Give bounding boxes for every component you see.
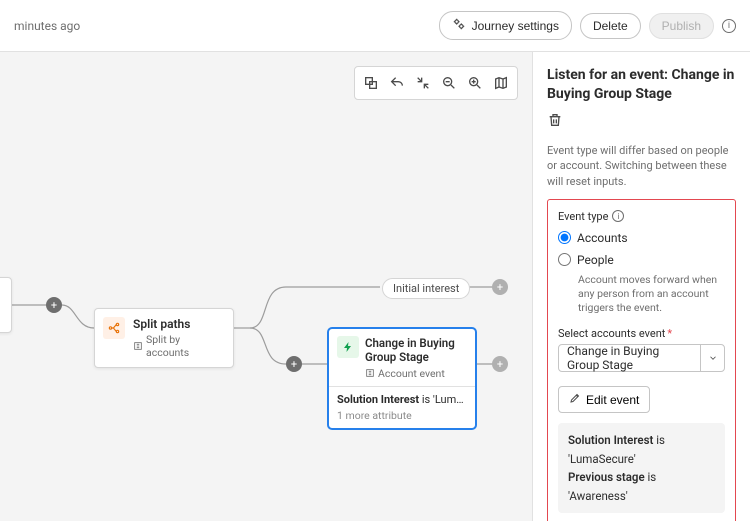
event-type-people-radio[interactable]: People (558, 253, 725, 267)
zoom-in-icon[interactable] (463, 71, 487, 95)
properties-panel: Listen for an event: Change in Buying Gr… (532, 52, 750, 521)
select-accounts-event[interactable]: Change in Buying Group Stage (558, 344, 725, 372)
delete-node-button[interactable] (547, 112, 563, 131)
select-event-label: Select accounts event (558, 327, 665, 340)
select-value: Change in Buying Group Stage (559, 344, 700, 372)
event-node[interactable]: Change in Buying Group Stage Account eve… (328, 328, 476, 429)
account-icon (365, 368, 375, 378)
gears-icon (452, 17, 466, 34)
collapse-icon[interactable] (411, 71, 435, 95)
map-icon[interactable] (489, 71, 513, 95)
add-node-plus[interactable]: + (492, 279, 508, 295)
chevron-down-icon (700, 345, 724, 371)
event-type-accounts-radio[interactable]: Accounts (558, 231, 725, 245)
info-icon[interactable]: i (722, 19, 736, 33)
panel-meta: Event type will differ based on people o… (547, 143, 736, 189)
split-node-sub: Split by accounts (146, 333, 225, 359)
path-label-initial-interest[interactable]: Initial interest (382, 278, 470, 299)
event-condition: Solution Interest is 'LumaSec... (337, 393, 467, 406)
duplicate-icon[interactable] (359, 71, 383, 95)
split-paths-node[interactable]: Split paths Split by accounts (94, 308, 234, 368)
pencil-icon (569, 392, 581, 407)
publish-button: Publish (649, 13, 714, 39)
accounts-radio-label: Accounts (577, 231, 628, 245)
zoom-out-icon[interactable] (437, 71, 461, 95)
accounts-radio-input[interactable] (558, 231, 571, 244)
event-type-label: Event type (558, 210, 608, 223)
edit-event-label: Edit event (586, 393, 639, 407)
event-type-section: Event type i Accounts People Account mov… (547, 199, 736, 521)
undo-icon[interactable] (385, 71, 409, 95)
lightning-icon (337, 336, 359, 358)
accounts-icon (133, 341, 143, 351)
event-node-sub: Account event (378, 367, 445, 380)
info-icon[interactable]: i (612, 210, 624, 222)
accounts-desc: Account moves forward when any person fr… (578, 273, 725, 316)
delete-button[interactable]: Delete (580, 13, 641, 39)
add-node-plus[interactable]: + (286, 356, 302, 372)
top-bar: minutes ago Journey settings Delete Publ… (0, 0, 750, 52)
add-node-plus[interactable]: + (492, 356, 508, 372)
edit-event-button[interactable]: Edit event (558, 386, 650, 413)
journey-canvas[interactable]: + Split paths Split by accounts Initial … (0, 52, 532, 521)
canvas-toolbar (354, 66, 518, 100)
journey-settings-label: Journey settings (472, 19, 559, 33)
event-conditions-summary: Solution Interest is 'LumaSecure' Previo… (558, 423, 725, 513)
people-radio-input[interactable] (558, 253, 571, 266)
event-node-title: Change in Buying Group Stage (365, 336, 467, 365)
split-icon (103, 317, 125, 339)
node-stub[interactable] (0, 277, 12, 333)
last-saved-age: minutes ago (14, 19, 80, 33)
journey-settings-button[interactable]: Journey settings (439, 11, 572, 40)
panel-title: Listen for an event: Change in Buying Gr… (547, 66, 736, 104)
split-node-title: Split paths (133, 317, 225, 331)
add-node-plus[interactable]: + (46, 297, 62, 313)
people-radio-label: People (577, 253, 614, 267)
event-more-attributes: 1 more attribute (337, 409, 467, 422)
